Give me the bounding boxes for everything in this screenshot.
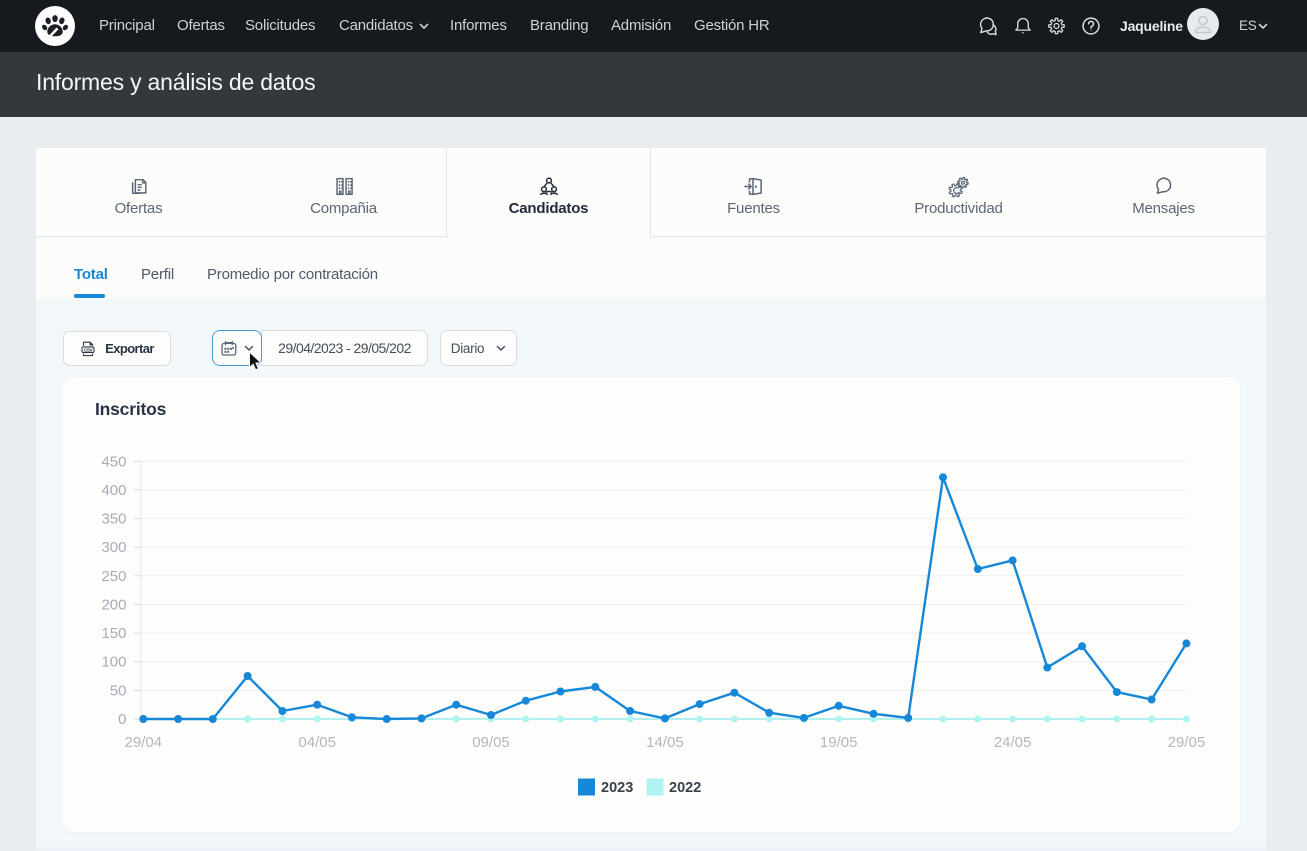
svg-text:24/05: 24/05 [994,734,1032,751]
svg-text:250: 250 [101,568,126,585]
svg-text:2022: 2022 [669,780,701,796]
svg-text:19/05: 19/05 [820,734,858,751]
svg-text:150: 150 [101,625,126,642]
svg-text:50: 50 [110,682,127,699]
svg-text:04/05: 04/05 [298,734,336,751]
svg-text:29/05: 29/05 [1168,734,1206,751]
svg-text:2023: 2023 [601,780,633,796]
svg-text:0: 0 [118,711,126,728]
svg-text:14/05: 14/05 [646,734,684,751]
svg-text:09/05: 09/05 [472,734,510,751]
svg-text:400: 400 [101,482,126,499]
svg-text:200: 200 [101,597,126,614]
svg-text:29/04: 29/04 [125,734,163,751]
svg-text:CSV: CSV [84,347,94,353]
svg-text:350: 350 [101,511,126,528]
svg-text:300: 300 [101,539,126,556]
svg-text:450: 450 [101,453,126,470]
svg-text:100: 100 [101,654,126,671]
